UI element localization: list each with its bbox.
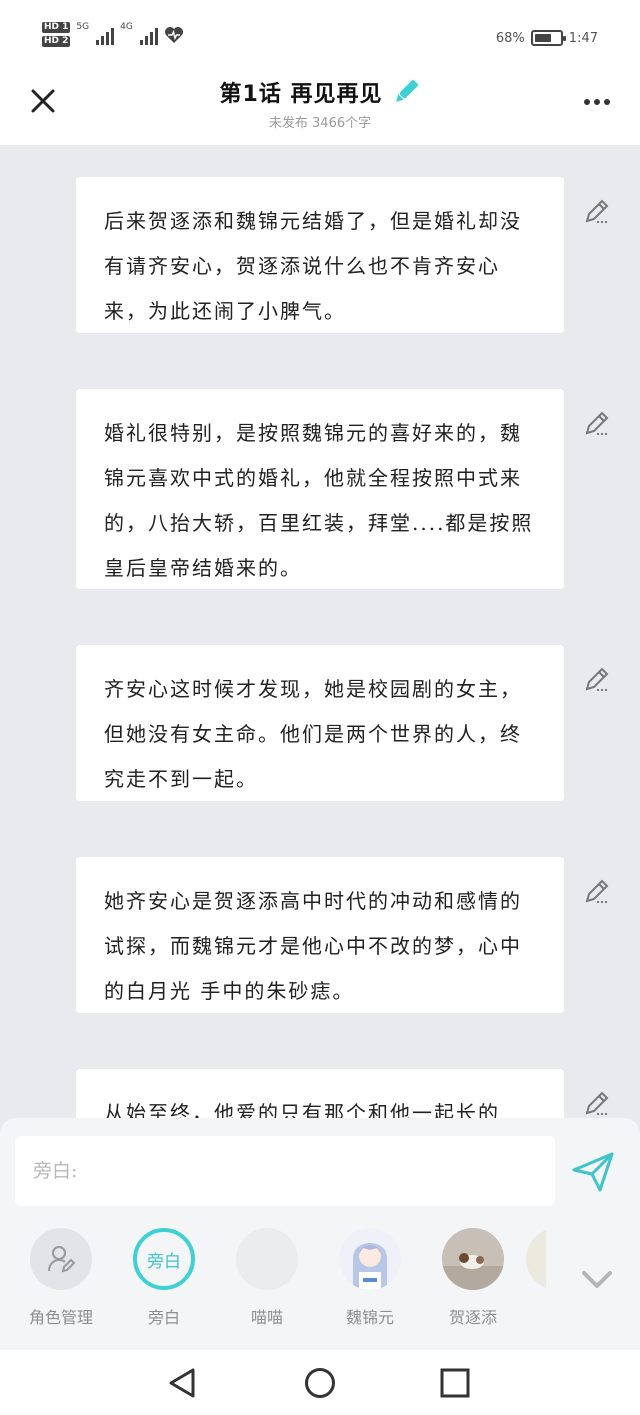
signal-icon bbox=[96, 25, 115, 45]
network-type-1: 5G bbox=[76, 22, 90, 32]
dialogue-text: 从始至终，他爱的只有那个和他一起长的 bbox=[104, 1101, 500, 1120]
pencil-icon[interactable] bbox=[392, 78, 420, 106]
role-avatar bbox=[30, 1228, 92, 1290]
chevron-down-icon[interactable] bbox=[580, 1268, 614, 1292]
role-avatar bbox=[526, 1228, 546, 1290]
role-name: 魏锦元 bbox=[345, 1308, 394, 1327]
home-circle-icon[interactable] bbox=[303, 1366, 337, 1400]
more-options-button[interactable] bbox=[582, 90, 612, 114]
role-miaomiao[interactable]: 喵喵 bbox=[217, 1228, 317, 1328]
role-avatar: 旁白 bbox=[133, 1228, 195, 1290]
photo-avatar-icon bbox=[442, 1228, 504, 1290]
more-dot-icon bbox=[604, 99, 610, 105]
edit-pen-icon[interactable] bbox=[583, 409, 611, 437]
more-dot-icon bbox=[584, 99, 590, 105]
dialogue-card[interactable]: 齐安心这时候才发现，她是校园剧的女主，但她没有女主命。他们是两个世界的人，终究走… bbox=[76, 645, 564, 801]
role-avatar bbox=[339, 1228, 401, 1290]
role-avatar-label: 旁白 bbox=[147, 1251, 181, 1272]
battery-percent: 68% bbox=[495, 30, 525, 46]
role-avatar bbox=[442, 1228, 504, 1290]
status-left: HD 1 HD 2 5G 4G bbox=[42, 22, 184, 47]
dialogue-text: 后来贺逐添和魏锦元结婚了，但是婚礼却没有请齐安心，贺逐添说什么也不肯齐安心来，为… bbox=[104, 209, 522, 323]
dialogue-card[interactable]: 从始至终，他爱的只有那个和他一起长的 bbox=[76, 1069, 564, 1120]
signal-icon bbox=[139, 25, 158, 45]
edit-pen-icon[interactable] bbox=[583, 1089, 611, 1117]
role-partial[interactable] bbox=[526, 1228, 546, 1290]
role-weijinyuan[interactable]: 魏锦元 bbox=[320, 1228, 420, 1328]
page-title: 第1话 再见再见 bbox=[219, 82, 383, 107]
story-content[interactable]: 后来贺逐添和魏锦元结婚了，但是婚礼却没有请齐安心，贺逐添说什么也不肯齐安心来，为… bbox=[0, 145, 640, 1120]
dialogue-card[interactable]: 婚礼很特别，是按照魏锦元的喜好来的，魏锦元喜欢中式的婚礼，他就全程按照中式来的，… bbox=[76, 389, 564, 589]
network-type-2: 4G bbox=[120, 22, 133, 32]
header: 第1话 再见再见 未发布 3466个字 bbox=[0, 70, 640, 145]
role-selector: 角色管理 旁白 旁白 喵喵 魏锦元 贺逐添 bbox=[0, 1228, 640, 1338]
dialogue-input[interactable] bbox=[15, 1136, 555, 1206]
role-name: 旁白 bbox=[147, 1308, 180, 1327]
edit-pen-icon[interactable] bbox=[583, 197, 611, 225]
system-navigation-bar bbox=[0, 1350, 640, 1415]
edit-pen-icon[interactable] bbox=[583, 877, 611, 905]
role-name: 角色管理 bbox=[28, 1308, 93, 1327]
composer-panel: 角色管理 旁白 旁白 喵喵 魏锦元 bbox=[0, 1118, 640, 1350]
title-block: 第1话 再见再见 未发布 3466个字 bbox=[0, 76, 640, 131]
role-hezhutian[interactable]: 贺逐添 bbox=[423, 1228, 523, 1328]
dialogue-text: 齐安心这时候才发现，她是校园剧的女主，但她没有女主命。他们是两个世界的人，终究走… bbox=[104, 677, 522, 791]
clock: 1:47 bbox=[568, 30, 598, 46]
anime-girl-avatar-icon bbox=[339, 1228, 401, 1290]
sim2-label: HD 2 bbox=[42, 36, 71, 47]
sim1-label: HD 1 bbox=[42, 22, 71, 33]
dialogue-text: 婚礼很特别，是按照魏锦元的喜好来的，魏锦元喜欢中式的婚礼，他就全程按照中式来的，… bbox=[104, 421, 534, 580]
role-name: 贺逐添 bbox=[448, 1308, 497, 1327]
dialogue-text: 她齐安心是贺逐添高中时代的冲动和感情的试探，而魏锦元才是他心中不改的梦，心中的白… bbox=[104, 889, 522, 1003]
edit-pen-icon[interactable] bbox=[583, 665, 611, 693]
status-right: 68% 1:47 bbox=[496, 30, 598, 46]
recents-square-icon[interactable] bbox=[438, 1366, 472, 1400]
battery-icon bbox=[530, 30, 566, 46]
role-name: 喵喵 bbox=[250, 1308, 283, 1327]
dialogue-card[interactable]: 她齐安心是贺逐添高中时代的冲动和感情的试探，而魏锦元才是他心中不改的梦，心中的白… bbox=[76, 857, 564, 1013]
user-edit-icon bbox=[48, 1246, 76, 1273]
dialogue-card[interactable]: 后来贺逐添和魏锦元结婚了，但是婚礼却没有请齐安心，贺逐添说什么也不肯齐安心来，为… bbox=[76, 177, 564, 333]
send-icon[interactable] bbox=[570, 1148, 616, 1194]
page-subtitle: 未发布 3466个字 bbox=[268, 116, 372, 131]
role-avatar bbox=[236, 1228, 298, 1290]
back-triangle-icon[interactable] bbox=[165, 1366, 199, 1400]
heart-health-icon bbox=[164, 26, 183, 43]
battery-level bbox=[534, 34, 552, 42]
role-narrator[interactable]: 旁白 旁白 bbox=[114, 1228, 214, 1328]
more-dot-icon bbox=[594, 99, 600, 105]
role-manage-button[interactable]: 角色管理 bbox=[11, 1228, 111, 1328]
status-bar: HD 1 HD 2 5G 4G 68% 1:47 bbox=[0, 0, 640, 70]
